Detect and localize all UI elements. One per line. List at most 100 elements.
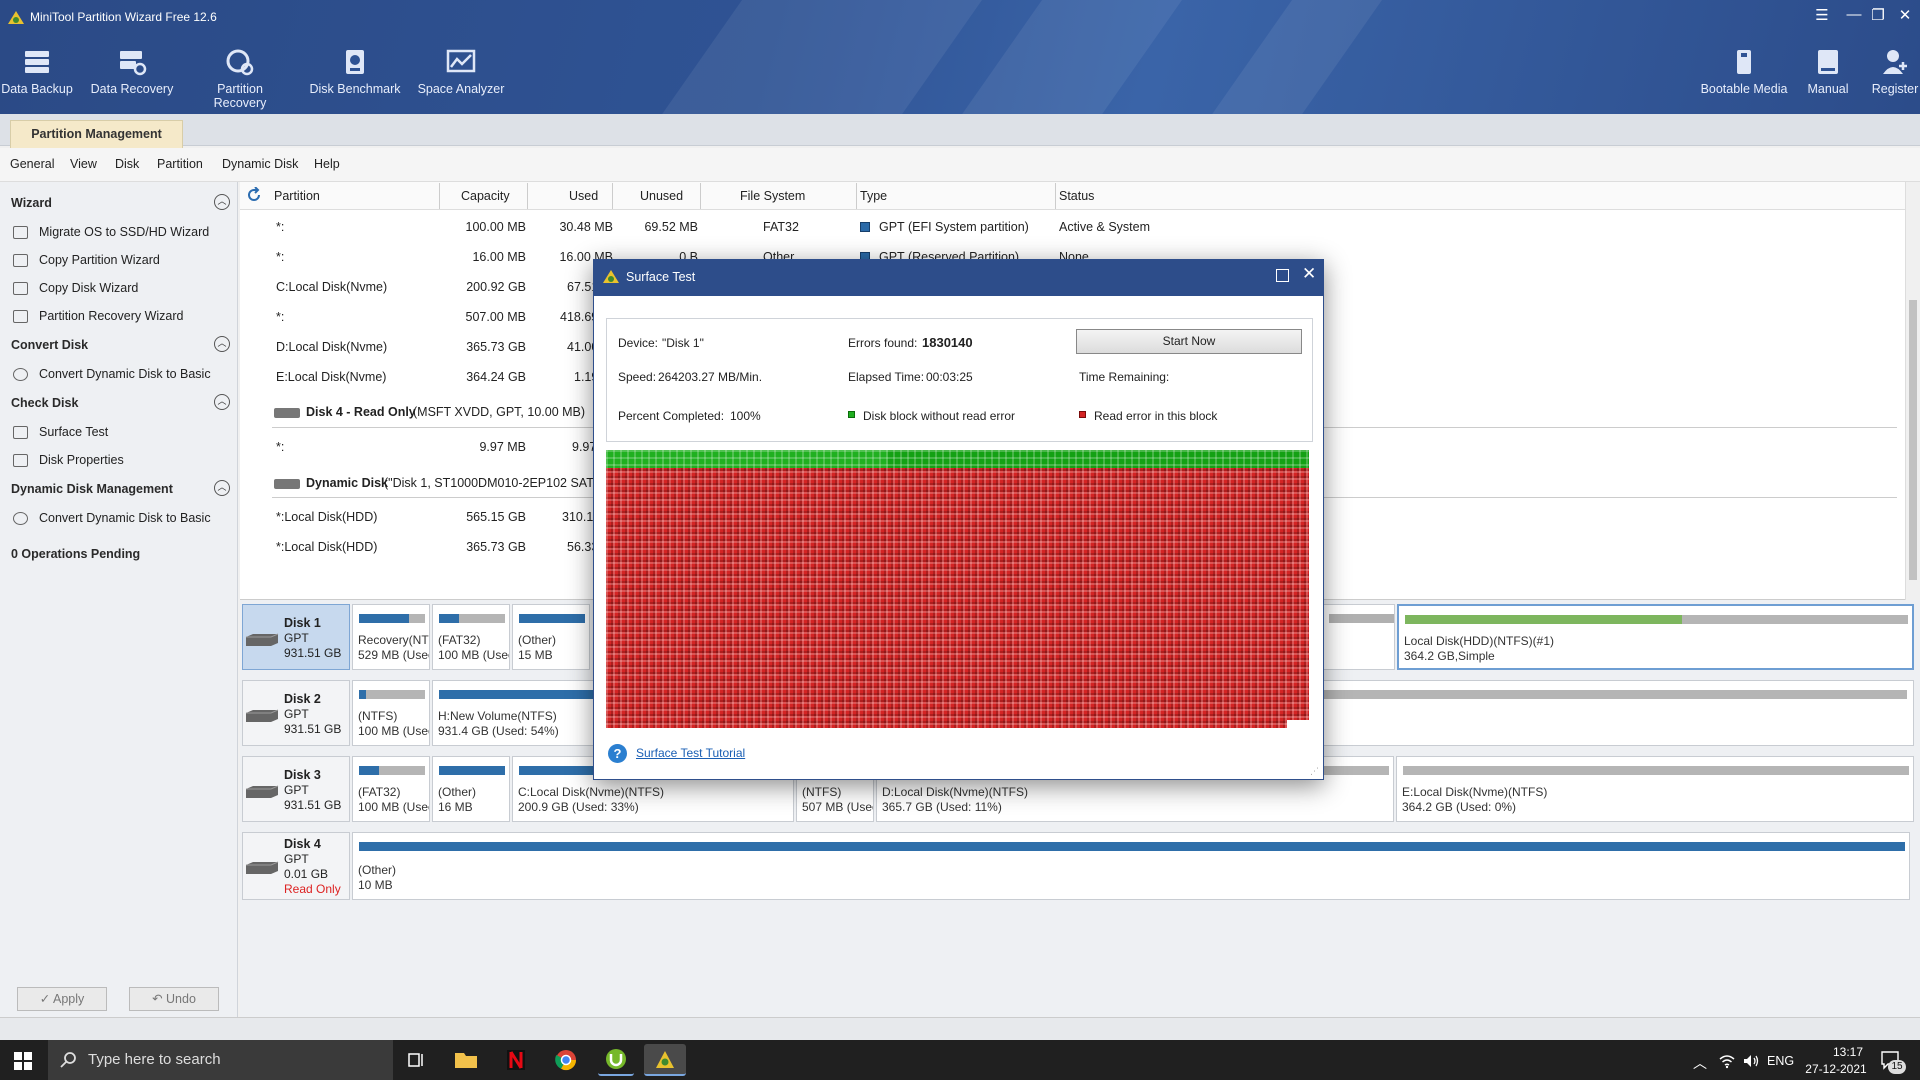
close-icon[interactable]: ✕: [1893, 6, 1917, 24]
sidebar-item-surface-test[interactable]: Surface Test: [39, 425, 108, 439]
partition-block[interactable]: (NTFS) 100 MB (Usec: [352, 680, 430, 746]
collapse-icon[interactable]: ︿: [214, 336, 230, 352]
partition-block[interactable]: (Other) 16 MB: [432, 756, 510, 822]
menu-partition[interactable]: Partition: [157, 157, 203, 171]
dialog-titlebar[interactable]: [593, 259, 1324, 296]
dynamic-disk-row-title[interactable]: Dynamic Disk: [306, 476, 388, 490]
sidebar-item-migrate-os[interactable]: Migrate OS to SSD/HD Wizard: [39, 225, 209, 239]
chevron-up-icon[interactable]: ︿: [1693, 1053, 1707, 1073]
windows-start-icon[interactable]: [14, 1052, 32, 1070]
partition-block[interactable]: Recovery(NTI 529 MB (Usec: [352, 604, 430, 670]
row-partition[interactable]: *:Local Disk(HDD): [276, 510, 377, 524]
collapse-icon[interactable]: ︿: [214, 394, 230, 410]
disk1-scheme: GPT: [284, 631, 309, 645]
disk3-scheme: GPT: [284, 783, 309, 797]
refresh-icon[interactable]: [246, 187, 262, 203]
sidebar-item-convert-dynamic[interactable]: Convert Dynamic Disk to Basic: [39, 367, 211, 381]
minitool-taskbar-icon[interactable]: [644, 1044, 686, 1076]
partition-label: (NTFS): [802, 785, 842, 799]
menu-view[interactable]: View: [70, 157, 97, 171]
col-used[interactable]: Used: [569, 189, 598, 203]
partition-block[interactable]: E:Local Disk(Nvme)(NTFS) 364.2 GB (Used:…: [1396, 756, 1914, 822]
partition-block[interactable]: [1322, 604, 1395, 670]
sidebar-item-convert-dynamic-2[interactable]: Convert Dynamic Disk to Basic: [39, 511, 211, 525]
row-partition[interactable]: *:: [276, 440, 284, 454]
partition-recovery-button[interactable]: Partition Recovery: [190, 48, 290, 110]
resize-grip-icon[interactable]: ⋰: [1310, 766, 1319, 777]
col-partition[interactable]: Partition: [274, 189, 320, 203]
sidebar-item-copy-disk[interactable]: Copy Disk Wizard: [39, 281, 138, 295]
partition-block[interactable]: (Other) 15 MB: [512, 604, 590, 670]
sidebar-section-check-disk: Check Disk: [11, 396, 79, 410]
sidebar-item-copy-partition[interactable]: Copy Partition Wizard: [39, 253, 160, 267]
errors-label: Errors found:: [848, 336, 918, 350]
col-unused[interactable]: Unused: [640, 189, 683, 203]
collapse-icon[interactable]: ︿: [214, 480, 230, 496]
data-backup-button[interactable]: Data Backup: [0, 48, 87, 96]
language-indicator[interactable]: ENG: [1767, 1054, 1794, 1068]
row-partition[interactable]: C:Local Disk(Nvme): [276, 280, 387, 294]
partition-block[interactable]: Local Disk(HDD)(NTFS)(#1) 364.2 GB,Simpl…: [1397, 604, 1914, 670]
operations-pending: 0 Operations Pending: [11, 547, 141, 561]
row-partition[interactable]: E:Local Disk(Nvme): [276, 370, 386, 384]
disk3-size: 931.51 GB: [284, 798, 342, 812]
restore-icon[interactable]: ❐: [1866, 6, 1890, 24]
partition-block[interactable]: (Other) 10 MB: [352, 832, 1910, 900]
menu-icon[interactable]: ☰: [1810, 6, 1834, 24]
maximize-icon[interactable]: [1276, 269, 1289, 282]
task-view-icon[interactable]: [398, 1044, 434, 1076]
volume-icon[interactable]: [1742, 1053, 1760, 1069]
disk-benchmark-button[interactable]: Disk Benchmark: [305, 48, 405, 96]
partition-label: (NTFS): [358, 709, 398, 723]
undo-button[interactable]: ↶ Undo: [129, 987, 219, 1011]
sidebar-item-partition-recovery[interactable]: Partition Recovery Wizard: [39, 309, 184, 323]
apply-button[interactable]: ✓ Apply: [17, 987, 107, 1011]
disk4-row-title[interactable]: Disk 4 - Read Only: [306, 405, 416, 419]
close-icon[interactable]: ✕: [1302, 264, 1316, 284]
collapse-icon[interactable]: ︿: [214, 194, 230, 210]
netflix-icon[interactable]: [498, 1044, 534, 1076]
partition-block[interactable]: (FAT32) 100 MB (Usec: [432, 604, 510, 670]
scroll-thumb[interactable]: [1909, 300, 1917, 580]
menu-dynamic-disk[interactable]: Dynamic Disk: [222, 157, 298, 171]
data-recovery-button[interactable]: Data Recovery: [82, 48, 182, 96]
surface-test-tutorial-link[interactable]: Surface Test Tutorial: [636, 746, 745, 760]
usage-bar: [359, 766, 425, 775]
copy-partition-icon: [13, 254, 28, 267]
notification-badge: 15: [1888, 1060, 1906, 1074]
row-partition[interactable]: *:: [276, 310, 284, 324]
row-partition[interactable]: D:Local Disk(Nvme): [276, 340, 387, 354]
menu-help[interactable]: Help: [314, 157, 340, 171]
row-partition[interactable]: *:Local Disk(HDD): [276, 540, 377, 554]
row-partition[interactable]: *:: [276, 220, 284, 234]
col-file-system[interactable]: File System: [740, 189, 805, 203]
partition-block[interactable]: (FAT32) 100 MB (Usec: [352, 756, 430, 822]
minimize-icon[interactable]: —: [1842, 6, 1866, 23]
help-icon[interactable]: ?: [608, 744, 627, 763]
wifi-icon[interactable]: [1718, 1053, 1736, 1069]
table-scrollbar[interactable]: [1905, 182, 1920, 600]
partition-type-icon: [860, 222, 870, 232]
chrome-icon[interactable]: [548, 1044, 584, 1076]
col-type[interactable]: Type: [860, 189, 887, 203]
row-capacity: 364.24 GB: [466, 370, 526, 384]
col-separator: [527, 183, 528, 209]
clock-time[interactable]: 13:17: [1815, 1045, 1881, 1059]
start-now-button[interactable]: Start Now: [1076, 329, 1302, 354]
row-partition[interactable]: *:: [276, 250, 284, 264]
col-status[interactable]: Status: [1059, 189, 1094, 203]
file-explorer-icon[interactable]: [448, 1044, 484, 1076]
register-user-icon: [1883, 50, 1907, 74]
taskbar-search[interactable]: Type here to search: [48, 1040, 393, 1080]
data-backup-icon: [25, 51, 49, 73]
space-analyzer-button[interactable]: Space Analyzer: [411, 48, 511, 96]
menu-general[interactable]: General: [10, 157, 54, 171]
clock-date[interactable]: 27-12-2021: [1800, 1062, 1872, 1076]
register-button[interactable]: Register: [1845, 48, 1920, 96]
sidebar-item-disk-properties[interactable]: Disk Properties: [39, 453, 124, 467]
speed-value: 264203.27 MB/Min.: [658, 370, 763, 384]
col-capacity[interactable]: Capacity: [461, 189, 510, 203]
utorrent-icon[interactable]: [598, 1044, 634, 1076]
menu-disk[interactable]: Disk: [115, 157, 139, 171]
tab-partition-management[interactable]: Partition Management: [10, 120, 183, 148]
